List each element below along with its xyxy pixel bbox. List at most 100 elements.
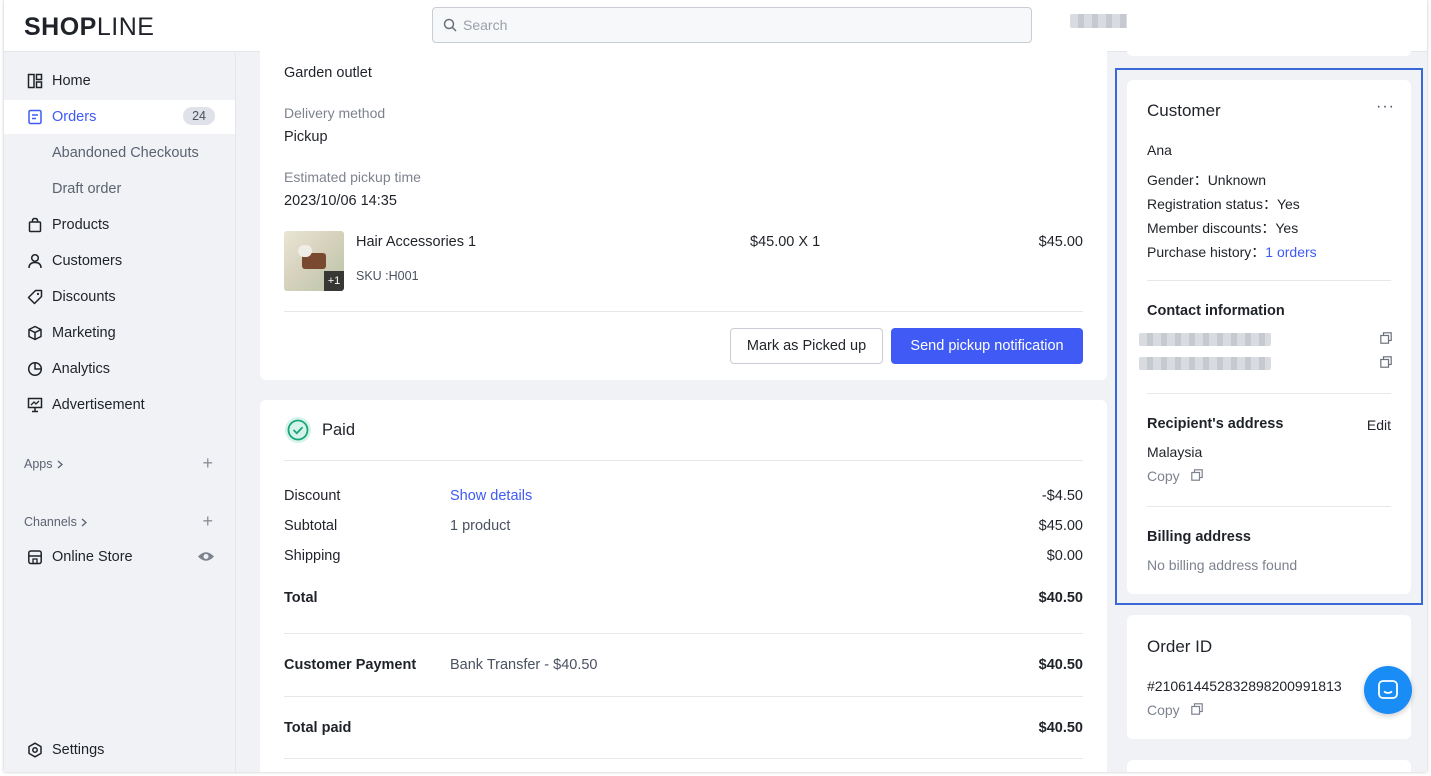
sidebar-item-customers[interactable]: Customers: [4, 244, 235, 278]
sidebar-item-home[interactable]: Home: [4, 64, 235, 98]
payment-card: Paid Discount Show details -$4.50 Subtot…: [260, 400, 1107, 772]
more-items-badge: +1: [324, 271, 344, 291]
sidebar-item-discounts[interactable]: Discounts: [4, 280, 235, 314]
sidebar-label-advertisement: Advertisement: [52, 397, 145, 413]
bag-icon: [26, 216, 44, 234]
sidebar-item-products[interactable]: Products: [4, 208, 235, 242]
search-box[interactable]: [432, 7, 1032, 43]
discount-label: Discount: [284, 488, 341, 504]
shopline-logo[interactable]: SHOPLINE: [24, 13, 154, 42]
payment-status-title: Paid: [322, 421, 356, 439]
sidebar-item-analytics[interactable]: Analytics: [4, 352, 235, 386]
sidebar-item-draft-order[interactable]: Draft order: [4, 172, 235, 206]
sidebar-label-orders: Orders: [52, 109, 97, 125]
copy-icon[interactable]: [1191, 703, 1203, 715]
sidebar: Home Orders 24 Abandoned Checkouts Draft…: [4, 53, 236, 772]
logo-light: LINE: [96, 13, 155, 41]
product-sku: SKU :H001: [356, 269, 419, 283]
sidebar-label-online-store: Online Store: [52, 549, 133, 565]
order-id-value: #210614452832898200991813: [1147, 678, 1342, 694]
product-line-total: $45.00: [1038, 234, 1083, 250]
settings-icon: [26, 741, 44, 759]
sidebar-label-home: Home: [52, 73, 91, 89]
chat-support-button[interactable]: [1364, 666, 1412, 714]
store-icon: [26, 548, 44, 566]
sidebar-label-discounts: Discounts: [52, 289, 116, 305]
sidebar-item-marketing[interactable]: Marketing: [4, 316, 235, 350]
search-icon: [443, 18, 457, 32]
pickup-time-label: Estimated pickup time: [284, 169, 421, 185]
subtotal-value: $45.00: [1038, 518, 1083, 534]
sidebar-item-advertisement[interactable]: Advertisement: [4, 388, 235, 422]
search-input[interactable]: [463, 17, 983, 33]
pickup-time-value: 2023/10/06 14:35: [284, 193, 397, 209]
channels-label: Channels: [24, 515, 77, 529]
sidebar-item-settings[interactable]: Settings: [4, 733, 235, 767]
product-thumbnail[interactable]: +1: [284, 231, 344, 291]
app-frame: SHOPLINE Home Orders: [4, 0, 1427, 772]
paid-check-icon: [285, 417, 311, 443]
copy-order-id-button[interactable]: Copy: [1147, 702, 1180, 718]
logo-bold: SHOP: [24, 13, 97, 41]
add-app-plus-icon[interactable]: +: [202, 453, 213, 474]
product-name[interactable]: Hair Accessories 1: [356, 234, 476, 250]
delivery-method-label: Delivery method: [284, 105, 386, 121]
total-paid-value: $40.50: [1038, 720, 1083, 736]
total-label: Total: [284, 590, 318, 606]
chevron-right-icon: [81, 518, 87, 526]
orders-icon: [26, 108, 44, 126]
sidebar-item-orders[interactable]: Orders 24: [4, 100, 235, 134]
customer-payment-desc: Bank Transfer - $40.50: [450, 657, 598, 673]
payment-divider-mid: [284, 633, 1083, 634]
customer-payment-label: Customer Payment: [284, 657, 417, 673]
product-image-shape-2: [298, 245, 312, 257]
apps-label: Apps: [24, 457, 53, 471]
shipping-label: Shipping: [284, 548, 341, 564]
pickup-location: Garden outlet: [284, 65, 372, 81]
discount-value: -$4.50: [1041, 488, 1083, 504]
sidebar-label-marketing: Marketing: [52, 325, 116, 341]
sidebar-item-online-store[interactable]: Online Store: [4, 540, 235, 574]
cube-icon: [26, 324, 44, 342]
subtotal-desc: 1 product: [450, 518, 511, 534]
pickup-card: Garden outlet Delivery method Pickup Est…: [260, 44, 1107, 380]
presentation-icon: [26, 396, 44, 414]
chat-icon: [1378, 680, 1398, 699]
person-icon: [26, 252, 44, 270]
orders-count-badge: 24: [183, 107, 215, 125]
home-icon: [26, 72, 44, 90]
add-channel-plus-icon[interactable]: +: [202, 511, 213, 532]
tag-icon: [26, 288, 44, 306]
send-pickup-notification-button[interactable]: Send pickup notification: [891, 328, 1083, 364]
customer-card-highlight: [1115, 68, 1423, 605]
mark-picked-up-button[interactable]: Mark as Picked up: [730, 328, 883, 364]
payment-divider-low: [284, 696, 1083, 697]
pickup-divider: [284, 311, 1083, 312]
subtotal-label: Subtotal: [284, 518, 338, 534]
previous-card-stub: [1127, 0, 1411, 56]
sidebar-label-products: Products: [52, 217, 110, 233]
payment-divider-bottom: [284, 758, 1083, 759]
total-value: $40.50: [1038, 590, 1083, 606]
next-card-stub: [1127, 760, 1411, 772]
order-id-title: Order ID: [1147, 637, 1213, 656]
customer-payment-value: $40.50: [1038, 657, 1083, 673]
payment-divider-top: [284, 460, 1083, 461]
sidebar-label-settings: Settings: [52, 742, 105, 758]
shipping-value: $0.00: [1046, 548, 1083, 564]
sidebar-label-draft: Draft order: [52, 181, 122, 197]
apps-section[interactable]: Apps: [24, 457, 63, 471]
pie-chart-icon: [26, 360, 44, 378]
show-details-link[interactable]: Show details: [450, 488, 532, 504]
eye-icon[interactable]: [197, 550, 215, 563]
sidebar-label-abandoned: Abandoned Checkouts: [52, 145, 199, 161]
total-paid-label: Total paid: [284, 720, 352, 736]
product-price-qty: $45.00 X 1: [750, 234, 821, 250]
copy-order-id-label: Copy: [1147, 702, 1180, 718]
sidebar-item-abandoned-checkouts[interactable]: Abandoned Checkouts: [4, 136, 235, 170]
chevron-right-icon: [57, 460, 63, 468]
channels-section[interactable]: Channels: [24, 515, 87, 529]
sidebar-label-customers: Customers: [52, 253, 123, 269]
sidebar-label-analytics: Analytics: [52, 361, 111, 377]
delivery-method-value: Pickup: [284, 129, 328, 145]
